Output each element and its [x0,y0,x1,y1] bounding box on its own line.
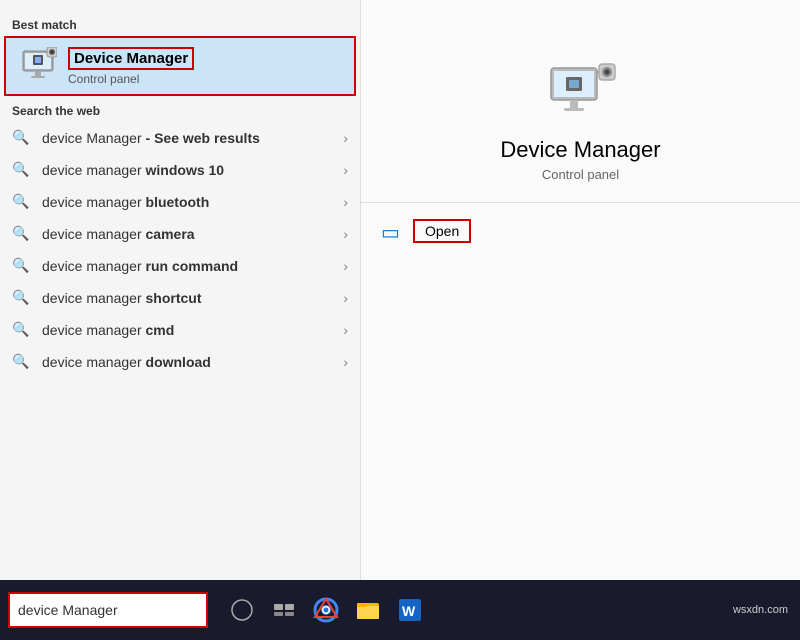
open-icon: ▭ [381,220,403,242]
search-item-text: device manager windows 10 [42,162,343,178]
taskbar-search-box[interactable] [8,592,208,628]
file-explorer-icon[interactable] [354,596,382,624]
list-item[interactable]: 🔍 device manager shortcut › [0,282,360,314]
search-item-text: device manager shortcut [42,290,343,306]
chevron-right-icon: › [343,226,348,242]
search-input[interactable] [18,602,199,618]
device-manager-icon [18,46,58,86]
right-panel-subtitle: Control panel [542,167,619,182]
search-icon: 🔍 [12,161,30,179]
chevron-right-icon: › [343,354,348,370]
chevron-right-icon: › [343,162,348,178]
search-icon: 🔍 [12,321,30,339]
list-item[interactable]: 🔍 device manager run command › [0,250,360,282]
list-item[interactable]: 🔍 device manager windows 10 › [0,154,360,186]
search-icon: 🔍 [12,129,30,147]
search-item-text: device manager camera [42,226,343,242]
search-icon: 🔍 [12,225,30,243]
chrome-icon[interactable] [312,596,340,624]
list-item[interactable]: 🔍 device manager camera › [0,218,360,250]
right-panel: Device Manager Control panel ▭ Open [360,0,800,580]
search-item-text: device manager cmd [42,322,343,338]
watermark: wsxdn.com [733,604,800,616]
word-icon[interactable]: W [396,596,424,624]
search-item-text: device manager run command [42,258,343,274]
cortana-icon[interactable] [228,596,256,624]
taskbar: W wsxdn.com [0,580,800,640]
search-icon: 🔍 [12,193,30,211]
svg-text:W: W [402,603,416,619]
search-item-text: device Manager - See web results [42,130,343,146]
left-panel: Best match [0,0,360,580]
right-panel-title: Device Manager [500,137,660,163]
best-match-item[interactable]: Device Manager Control panel [4,36,356,96]
best-match-text: Device Manager Control panel [68,47,194,86]
chevron-right-icon: › [343,130,348,146]
best-match-title: Device Manager [68,47,194,70]
list-item[interactable]: 🔍 device manager download › [0,346,360,378]
list-item[interactable]: 🔍 device Manager - See web results › [0,122,360,154]
divider [361,202,800,203]
chevron-right-icon: › [343,194,348,210]
web-section-label: Search the web [0,96,360,122]
search-item-text: device manager bluetooth [42,194,343,210]
chevron-right-icon: › [343,322,348,338]
chevron-right-icon: › [343,258,348,274]
search-icon: 🔍 [12,353,30,371]
chevron-right-icon: › [343,290,348,306]
best-match-subtitle: Control panel [68,72,194,86]
list-item[interactable]: 🔍 device manager cmd › [0,314,360,346]
list-item[interactable]: 🔍 device manager bluetooth › [0,186,360,218]
search-icon: 🔍 [12,257,30,275]
search-icon: 🔍 [12,289,30,307]
search-item-text: device manager download [42,354,343,370]
open-action[interactable]: ▭ Open [361,219,471,243]
task-view-icon[interactable] [270,596,298,624]
open-label[interactable]: Open [413,219,471,243]
taskbar-icons: W [228,596,424,624]
device-manager-large-icon [545,60,617,137]
best-match-label: Best match [0,14,360,36]
